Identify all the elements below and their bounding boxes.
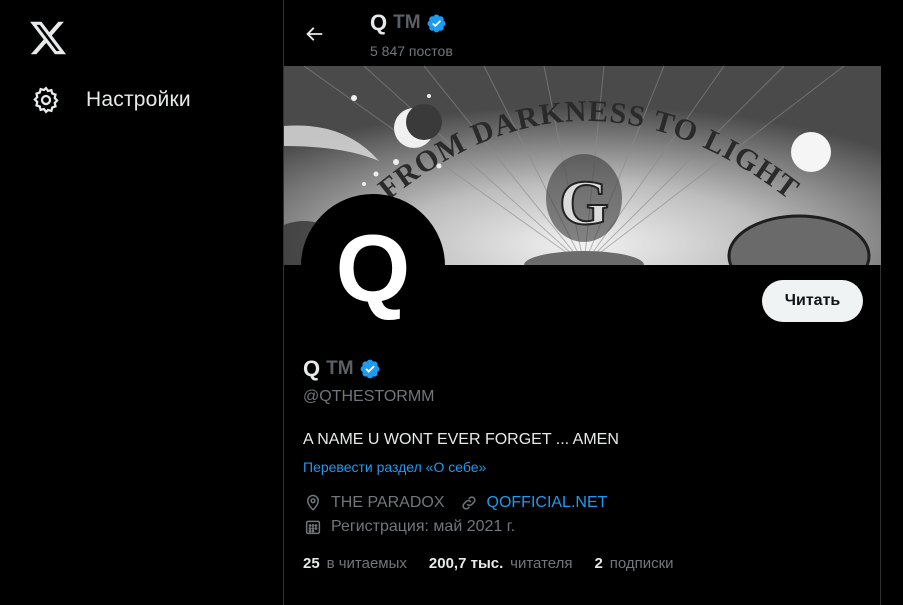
stat-value: 200,7 тыс.: [428, 555, 504, 572]
profile-bio: A NAME U WONT EVER FORGET ... AMEN: [303, 431, 619, 448]
sidebar-item-label: Настройки: [86, 88, 191, 111]
x-logo-icon[interactable]: [28, 18, 68, 58]
joined-text: Регистрация: май 2021 г.: [331, 518, 516, 535]
profile-website[interactable]: QOFFICIAL.NET: [459, 493, 608, 513]
profile-meta-row: THE PARADOX QOFFICIAL.NET: [303, 493, 621, 513]
sidebar-item-settings[interactable]: Настройки: [28, 80, 191, 120]
followers-count[interactable]: 200,7 тыс. читателя: [429, 555, 573, 572]
banner-letter: G: [559, 167, 609, 238]
subscriptions-count[interactable]: 2 подписки: [595, 555, 674, 572]
gear-icon: [28, 82, 64, 118]
profile-joined: Регистрация: май 2021 г.: [303, 517, 515, 537]
avatar-letter: Q: [335, 215, 411, 322]
header-display-name: Q TM: [370, 10, 447, 36]
header-name: Q: [370, 10, 388, 35]
location-pin-icon: [303, 493, 323, 513]
stat-label: читателя: [510, 555, 573, 572]
verified-badge-icon[interactable]: [359, 358, 381, 380]
following-count[interactable]: 25 в читаемых: [303, 555, 407, 572]
arrow-left-icon: [306, 27, 323, 41]
website-link[interactable]: QOFFICIAL.NET: [487, 494, 608, 512]
stat-label: в читаемых: [326, 555, 407, 572]
profile-header-bar: Q TM 5 847 постов: [284, 0, 881, 66]
posts-count: 5 847 постов: [370, 43, 453, 59]
profile-name-suffix: TM: [326, 358, 354, 379]
profile-joined-row: Регистрация: май 2021 г.: [303, 517, 529, 537]
header-name-suffix: TM: [393, 12, 421, 33]
translate-bio-link[interactable]: Перевести раздел «О себе»: [303, 459, 486, 475]
link-icon: [459, 493, 479, 513]
stat-value: 25: [303, 555, 320, 572]
back-button[interactable]: [298, 18, 330, 50]
avatar[interactable]: Q: [301, 194, 445, 338]
sidebar: Настройки: [0, 0, 283, 605]
profile-column: Q TM 5 847 постов G FROM DARKNESS TO LIG…: [283, 0, 881, 605]
profile-location: THE PARADOX: [303, 493, 445, 513]
calendar-icon: [303, 517, 323, 537]
stat-label: подписки: [609, 555, 674, 572]
profile-stats: 25 в читаемых 200,7 тыс. читателя 2 подп…: [303, 555, 696, 572]
profile-display-name: Q TM: [303, 356, 381, 382]
verified-badge-icon[interactable]: [426, 13, 447, 34]
location-text: THE PARADOX: [331, 494, 445, 511]
follow-button[interactable]: Читать: [762, 280, 863, 322]
profile-handle: @QTHESTORMM: [303, 388, 435, 405]
profile-name: Q: [303, 356, 321, 381]
stat-value: 2: [594, 555, 603, 572]
